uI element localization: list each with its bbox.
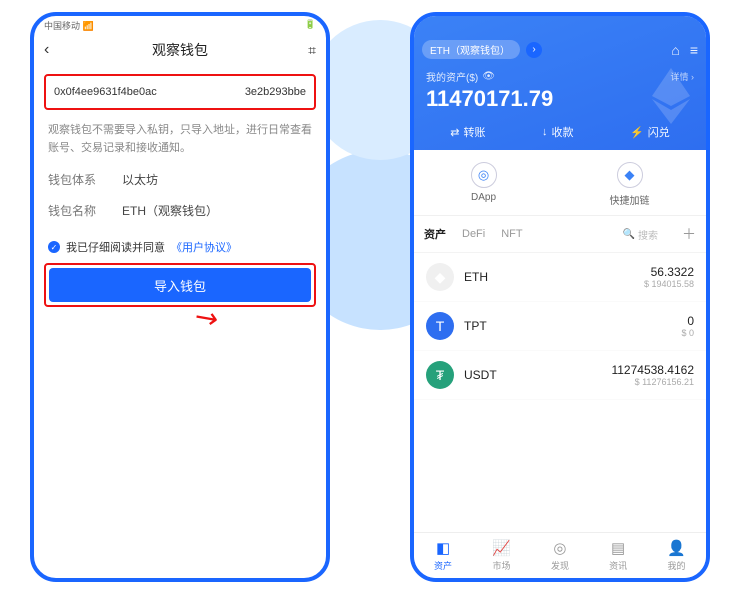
bottom-nav: ◧资产 📈市场 ◎发现 ▤资讯 👤我的	[414, 532, 706, 578]
nav-market[interactable]: 📈市场	[492, 539, 511, 572]
wallet-header: ETH（观察钱包） › ⌂ ≡ 我的资产($) 👁 详情 › 11470171.…	[414, 16, 706, 150]
agreement-text: 我已仔细阅读并同意	[66, 239, 165, 255]
compass-icon: ◎	[553, 539, 566, 557]
nav-assets[interactable]: ◧资产	[434, 539, 452, 572]
page-title: 观察钱包	[152, 40, 208, 60]
description-text: 观察钱包不需要导入私钥，只导入地址，进行日常查看账号、交易记录和接收通知。	[48, 122, 312, 157]
user-icon: 👤	[667, 539, 686, 557]
scan-icon[interactable]: ⌂	[671, 42, 679, 58]
status-bar: 中国移动 📶 🔋	[34, 16, 326, 34]
agreement-checkbox[interactable]: ✓	[48, 241, 60, 253]
transfer-button[interactable]: ⇄ 转账	[450, 124, 485, 140]
menu-icon[interactable]: ≡	[690, 42, 698, 58]
token-row-tpt[interactable]: T TPT 0 $ 0	[414, 302, 706, 351]
token-fiat: $ 0	[681, 328, 694, 338]
receive-button[interactable]: ↓ 收款	[542, 124, 574, 140]
agreement-link[interactable]: 《用户协议》	[171, 239, 237, 255]
status-bar	[422, 22, 698, 38]
token-symbol: USDT	[464, 368, 497, 382]
address-part1: 0x0f4ee9631f4be0ac	[54, 86, 157, 98]
chain-icon: ◆	[617, 162, 643, 188]
news-icon: ▤	[611, 539, 625, 557]
chain-bar: ETH（观察钱包） › ⌂ ≡	[422, 40, 698, 59]
phone-wallet-home: ETH（观察钱包） › ⌂ ≡ 我的资产($) 👁 详情 › 11470171.…	[410, 12, 710, 582]
nav-discover[interactable]: ◎发现	[551, 539, 569, 572]
chart-icon: 📈	[492, 539, 511, 557]
tab-defi[interactable]: DeFi	[462, 228, 485, 240]
usdt-icon: ₮	[426, 361, 454, 389]
scan-icon[interactable]: ⌗	[308, 42, 316, 59]
status-right: 🔋	[305, 19, 316, 31]
nav-me[interactable]: 👤我的	[667, 539, 686, 572]
chain-chip[interactable]: ETH（观察钱包）	[422, 40, 520, 59]
eth-icon: ◆	[426, 263, 454, 291]
chain-switch-icon[interactable]: ›	[526, 42, 542, 58]
quick-add-chain-shortcut[interactable]: ◆ 快捷加链	[610, 162, 650, 207]
token-row-usdt[interactable]: ₮ USDT 11274538.4162 $ 11276156.21	[414, 351, 706, 400]
chain-label: 钱包体系	[48, 171, 104, 188]
address-part2: 3e2b293bbe	[245, 86, 306, 98]
eye-icon[interactable]: 👁	[482, 71, 495, 82]
total-balance: 11470171.79	[426, 86, 694, 112]
tpt-icon: T	[426, 312, 454, 340]
status-left: 中国移动 📶	[44, 19, 94, 31]
token-symbol: ETH	[464, 270, 488, 284]
import-highlight: 导入钱包	[44, 263, 316, 307]
wallet-icon: ◧	[436, 539, 450, 557]
ethereum-icon	[648, 66, 694, 126]
token-balance: 0	[681, 314, 694, 328]
tab-nft[interactable]: NFT	[501, 228, 522, 240]
mid-shortcuts: ◎ DApp ◆ 快捷加链	[414, 150, 706, 216]
dapp-shortcut[interactable]: ◎ DApp	[471, 162, 497, 207]
chain-row: 钱包体系 以太坊	[48, 171, 312, 188]
token-row-eth[interactable]: ◆ ETH 56.3322 $ 194015.58	[414, 253, 706, 302]
compass-icon: ◎	[471, 162, 497, 188]
add-token-button[interactable]: ＋	[682, 224, 696, 244]
asset-label: 我的资产($)	[426, 69, 478, 84]
token-symbol: TPT	[464, 319, 487, 333]
asset-tabs: 资产 DeFi NFT 🔍 搜索 ＋	[414, 216, 706, 253]
token-search[interactable]: 🔍 搜索	[623, 227, 658, 242]
phone-observe-wallet: 中国移动 📶 🔋 ‹ 观察钱包 ⌗ 0x0f4ee9631f4be0ac 3e2…	[30, 12, 330, 582]
chain-value: 以太坊	[122, 171, 158, 188]
import-wallet-button[interactable]: 导入钱包	[49, 268, 311, 302]
swap-button[interactable]: ⚡ 闪兑	[630, 124, 670, 140]
address-input[interactable]: 0x0f4ee9631f4be0ac 3e2b293bbe	[44, 74, 316, 110]
token-balance: 11274538.4162	[611, 363, 694, 377]
agreement-row[interactable]: ✓ 我已仔细阅读并同意 《用户协议》	[48, 239, 312, 255]
token-balance: 56.3322	[644, 265, 694, 279]
token-fiat: $ 11276156.21	[611, 377, 694, 387]
nav-news[interactable]: ▤资讯	[609, 539, 627, 572]
token-fiat: $ 194015.58	[644, 279, 694, 289]
back-button[interactable]: ‹	[44, 41, 49, 59]
tab-assets[interactable]: 资产	[424, 226, 446, 242]
wallet-name-label: 钱包名称	[48, 202, 104, 219]
wallet-name-value: ETH（观察钱包）	[122, 202, 218, 219]
nav-bar: ‹ 观察钱包 ⌗	[34, 34, 326, 66]
wallet-name-row: 钱包名称 ETH（观察钱包）	[48, 202, 312, 219]
